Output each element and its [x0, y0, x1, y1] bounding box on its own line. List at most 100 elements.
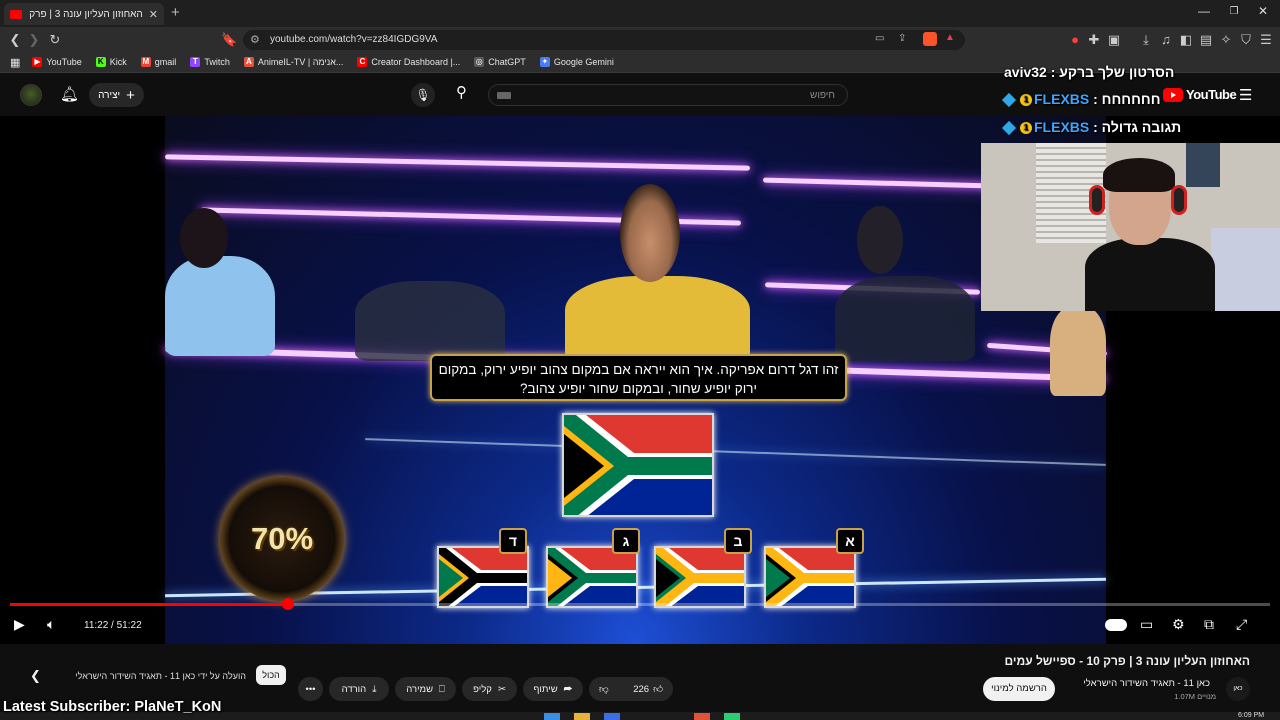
floor-light — [365, 438, 1106, 466]
vpn-icon[interactable]: ⛉ — [1238, 32, 1254, 48]
subtitles-icon[interactable]: ▭ — [1140, 616, 1153, 633]
autoplay-toggle[interactable] — [1105, 619, 1127, 631]
extensions-icon[interactable]: ✚ — [1086, 32, 1102, 48]
gmail-icon: M — [140, 57, 151, 67]
bookmark-kick[interactable]: K Kick — [95, 57, 127, 67]
poster — [1186, 143, 1220, 187]
alert-2-name: FLEXBS — [1034, 119, 1090, 135]
back-icon[interactable]: ❮ — [7, 32, 23, 48]
answer-flag-d[interactable] — [437, 546, 529, 608]
alert-1-name: FLEXBS — [1034, 91, 1090, 107]
bookmark-chatgpt[interactable]: ◎ ChatGPT — [474, 57, 526, 67]
create-button[interactable]: יצירה + — [89, 83, 144, 107]
streamer-webcam — [981, 143, 1280, 311]
reload-icon[interactable]: ↻ — [47, 32, 63, 48]
brave-shields-icon[interactable] — [923, 32, 937, 46]
overlay-alert-2: תגובה גדולה : FLEXBS1 — [1000, 119, 1181, 136]
play-icon[interactable]: ▶ — [14, 616, 25, 633]
like-button[interactable]: 👍︎ 226 — [633, 683, 663, 696]
bookmark-gemini[interactable]: ✦ Google Gemini — [539, 57, 614, 67]
settings-gear-icon[interactable]: ⚙ — [1172, 616, 1185, 633]
bookmark-twitch[interactable]: T Twitch — [190, 57, 230, 67]
guide-menu-icon[interactable]: ☰ — [1239, 86, 1252, 104]
minimize-icon[interactable]: — — [1194, 4, 1214, 18]
download-button[interactable]: ⤓ הורדה — [329, 677, 389, 701]
wallet-icon[interactable]: ▤ — [1198, 32, 1214, 48]
browser-tab[interactable]: האחוזון העליון עונה 3 | פרק 10 - ✕ — [4, 3, 164, 25]
forward-icon[interactable]: ❯ — [26, 32, 42, 48]
new-tab-icon[interactable]: + — [171, 4, 180, 21]
like-dislike-group: 👍︎ 226 👎︎ — [589, 677, 673, 701]
file-explorer-icon[interactable] — [574, 713, 590, 720]
media-icon[interactable]: ♫ — [1158, 32, 1174, 47]
record-icon[interactable]: ● — [1067, 32, 1083, 47]
sidebar-icon[interactable]: ◧ — [1178, 32, 1194, 48]
bookmark-gmail[interactable]: Mgmail — [140, 57, 176, 67]
volume-icon[interactable]: 🔈︎ — [47, 616, 55, 633]
like-count: 226 — [633, 683, 650, 695]
youtube-logo[interactable]: YouTube — [1163, 87, 1237, 102]
spotify-icon[interactable] — [724, 713, 740, 720]
gemini-icon: ✦ — [539, 57, 550, 67]
contestant-far-right — [1050, 306, 1106, 396]
answer-letter-a: א — [836, 528, 864, 554]
streamer-body — [1085, 238, 1215, 311]
notifications-bell-icon[interactable]: 🔔︎ — [60, 85, 79, 103]
headphones-icon — [1089, 185, 1105, 215]
subscribe-button[interactable]: הרשמה למינוי — [983, 677, 1055, 701]
downloads-icon[interactable]: ⤓ — [1138, 32, 1154, 48]
windows-start-icon[interactable] — [544, 713, 560, 720]
apps-icon[interactable]: ▦ — [10, 56, 20, 69]
cast-icon[interactable]: ▭ — [875, 33, 884, 44]
rewards-icon[interactable]: ▲ — [945, 32, 955, 43]
keyboard-icon[interactable] — [497, 92, 511, 99]
alert-1-text: חחחחחח : — [1089, 91, 1161, 107]
close-tab-icon[interactable]: ✕ — [149, 8, 158, 21]
bookmark-youtube[interactable]: ▶ YouTube — [32, 57, 82, 67]
chip-all[interactable]: הכול — [256, 665, 286, 685]
answer-flag-b[interactable] — [654, 546, 746, 608]
bookmark-creator-dashboard[interactable]: C Creator Dashboard |... — [357, 57, 460, 67]
share-page-icon[interactable]: ⇪ — [898, 33, 906, 44]
avatar[interactable] — [20, 84, 42, 106]
answer-flag-c[interactable] — [546, 546, 638, 608]
address-bar[interactable]: ⚙ youtube.com/watch?v=zz84IGDG9VA ▭ ⇪ ▲ — [243, 30, 965, 50]
channel-name[interactable]: כאן 11 - תאגיד השידור הישראלי — [1060, 678, 1210, 689]
restore-icon[interactable]: ❐ — [1224, 6, 1244, 17]
fullscreen-icon[interactable]: ⤢ — [1236, 616, 1247, 633]
answer-flag-a[interactable] — [764, 546, 856, 608]
store-icon[interactable] — [604, 713, 620, 720]
miniplayer-icon[interactable]: ⧉ — [1204, 616, 1214, 633]
thumbs-up-icon: 👍︎ — [653, 684, 663, 695]
site-info-icon[interactable]: ⚙ — [250, 33, 260, 46]
save-button[interactable]: ⎕ שמירה — [395, 677, 456, 701]
coin-icon: 1 — [1020, 122, 1032, 135]
save-label: שמירה — [406, 683, 434, 695]
dislike-button[interactable]: 👎︎ — [599, 683, 609, 695]
menu-icon[interactable]: ☰ — [1258, 32, 1274, 48]
answer-letter-b: ב — [724, 528, 752, 554]
overlay-latest-subscriber: Latest Subscriber: PlaNeT_KoN — [3, 699, 222, 715]
search-input[interactable]: חיפוש — [488, 84, 848, 106]
share-button[interactable]: ⮫ שיתוף — [523, 677, 583, 701]
contestant-right-head — [857, 206, 903, 274]
chip-uploaded-by[interactable]: הועלה על ידי כאן 11 - תאגיד השידור הישרא… — [76, 665, 246, 687]
gem-icon — [1001, 93, 1017, 108]
bookmark-animeil[interactable]: A AnimeIL-TV | אנימה... — [243, 57, 343, 67]
ai-icon[interactable]: ✧ — [1218, 32, 1234, 48]
taskbar-app-icon[interactable] — [694, 713, 710, 720]
bookmark-page-icon[interactable]: 🔖 — [221, 32, 237, 48]
tab-search-icon[interactable]: ▣ — [1106, 32, 1122, 48]
contestant-right — [835, 276, 975, 361]
more-actions-button[interactable]: ••• — [298, 677, 323, 701]
search-icon[interactable]: ⚲ — [456, 83, 467, 101]
thumbs-down-icon: 👎︎ — [599, 684, 609, 695]
chevron-left-icon[interactable]: ❮ — [30, 668, 41, 684]
question-box: זהו דגל דרום אפריקה. איך הוא ייראה אם במ… — [430, 354, 847, 401]
channel-avatar[interactable]: כאן — [1226, 677, 1250, 701]
clip-button[interactable]: ✂ קליפ — [462, 677, 517, 701]
voice-search-icon[interactable]: 🎙︎ — [411, 83, 435, 107]
contestant-left-head — [180, 208, 228, 268]
save-icon: ⎕ — [439, 683, 445, 695]
close-window-icon[interactable]: ✕ — [1253, 4, 1273, 18]
